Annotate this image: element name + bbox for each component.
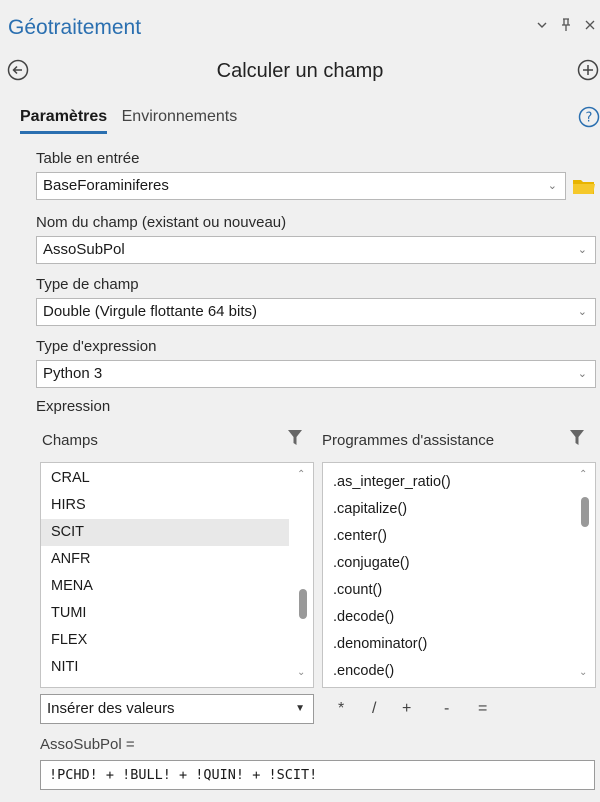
tab-environnements[interactable]: Environnements <box>122 108 238 131</box>
field-name-label: Nom du champ (existant ou nouveau) <box>36 214 287 231</box>
chevron-down-icon: ⌄ <box>577 244 587 256</box>
expression-type-select[interactable]: Python 3 ⌄ <box>36 360 596 388</box>
expression-type-value: Python 3 <box>43 365 103 382</box>
helpers-header: Programmes d'assistance <box>322 432 495 449</box>
page-title: Calculer un champ <box>216 60 384 82</box>
chevron-down-icon: ⌄ <box>547 180 557 192</box>
field-type-label: Type de champ <box>36 276 139 293</box>
list-item[interactable]: HIRS <box>41 492 289 519</box>
input-table-label: Table en entrée <box>36 150 140 167</box>
filter-icon[interactable] <box>570 430 584 446</box>
list-item[interactable]: .denominator() <box>323 631 571 658</box>
field-name-value: AssoSubPol <box>43 241 125 258</box>
list-item[interactable]: .conjugate() <box>323 550 571 577</box>
list-item[interactable]: .decode() <box>323 604 571 631</box>
chevron-down-icon[interactable] <box>536 18 548 35</box>
list-item[interactable]: .capitalize() <box>323 496 571 523</box>
fields-header: Champs <box>42 432 98 449</box>
scroll-up-icon[interactable]: ⌃ <box>297 469 305 480</box>
field-type-value: Double (Virgule flottante 64 bits) <box>43 303 258 320</box>
list-item[interactable]: TUMI <box>41 600 289 627</box>
input-table-value: BaseForaminiferes <box>43 177 169 194</box>
helpers-scrollbar[interactable]: ⌃ ⌄ <box>577 463 593 687</box>
operator-equals-button[interactable]: = <box>478 700 487 718</box>
list-item[interactable]: .as_integer_ratio() <box>323 469 571 496</box>
expression-label: Expression <box>36 398 111 415</box>
operator-minus-button[interactable]: - <box>444 700 449 718</box>
add-icon[interactable] <box>576 58 600 82</box>
list-item[interactable]: CRAL <box>41 465 289 492</box>
tab-bar: Paramètres Environnements <box>20 108 247 134</box>
insert-values-select[interactable]: Insérer des valeurs ▼ <box>40 694 314 724</box>
scrollbar-thumb[interactable] <box>581 497 589 527</box>
list-item[interactable]: MENA <box>41 573 289 600</box>
expression-type-label: Type d'expression <box>36 338 157 355</box>
fields-scrollbar[interactable]: ⌃ ⌄ <box>295 463 311 687</box>
input-table-select[interactable]: BaseForaminiferes ⌄ <box>36 172 566 200</box>
list-item[interactable]: FLEX <box>41 627 289 654</box>
geoprocessing-pane: Géotraitement Calculer un champ Paramètr… <box>0 0 600 802</box>
list-item[interactable]: .encode() <box>323 658 571 685</box>
chevron-down-icon: ⌄ <box>577 306 587 318</box>
tab-parametres[interactable]: Paramètres <box>20 108 108 134</box>
field-type-select[interactable]: Double (Virgule flottante 64 bits) ⌄ <box>36 298 596 326</box>
folder-icon[interactable] <box>572 176 596 196</box>
operator-plus-button[interactable]: + <box>402 700 411 718</box>
pane-title: Géotraitement <box>8 16 142 39</box>
pin-icon[interactable] <box>560 18 572 36</box>
list-item[interactable]: ANFR <box>41 546 289 573</box>
expression-target-label: AssoSubPol = <box>40 736 135 753</box>
helpers-list[interactable]: .as_integer_ratio() .capitalize() .cente… <box>322 462 596 688</box>
list-item[interactable]: .center() <box>323 523 571 550</box>
list-item[interactable]: .count() <box>323 577 571 604</box>
expression-code-input[interactable]: !PCHD! + !BULL! + !QUIN! + !SCIT! <box>40 760 595 790</box>
list-item[interactable]: NITI <box>41 654 289 681</box>
close-icon[interactable] <box>584 18 596 35</box>
scroll-down-icon[interactable]: ⌄ <box>297 667 305 678</box>
scroll-down-icon[interactable]: ⌄ <box>579 667 587 678</box>
operator-divide-button[interactable]: / <box>372 700 376 718</box>
svg-text:?: ? <box>586 111 593 126</box>
operator-multiply-button[interactable]: * <box>338 700 344 718</box>
scroll-up-icon[interactable]: ⌃ <box>579 469 587 480</box>
help-icon[interactable]: ? <box>578 106 600 128</box>
chevron-down-icon: ⌄ <box>577 368 587 380</box>
scrollbar-thumb[interactable] <box>299 589 307 619</box>
caret-down-icon: ▼ <box>295 703 305 714</box>
insert-values-label: Insérer des valeurs <box>47 700 175 717</box>
fields-list[interactable]: CRAL HIRS SCIT ANFR MENA TUMI FLEX NITI … <box>40 462 314 688</box>
field-name-select[interactable]: AssoSubPol ⌄ <box>36 236 596 264</box>
filter-icon[interactable] <box>288 430 302 446</box>
list-item[interactable]: SCIT <box>41 519 289 546</box>
